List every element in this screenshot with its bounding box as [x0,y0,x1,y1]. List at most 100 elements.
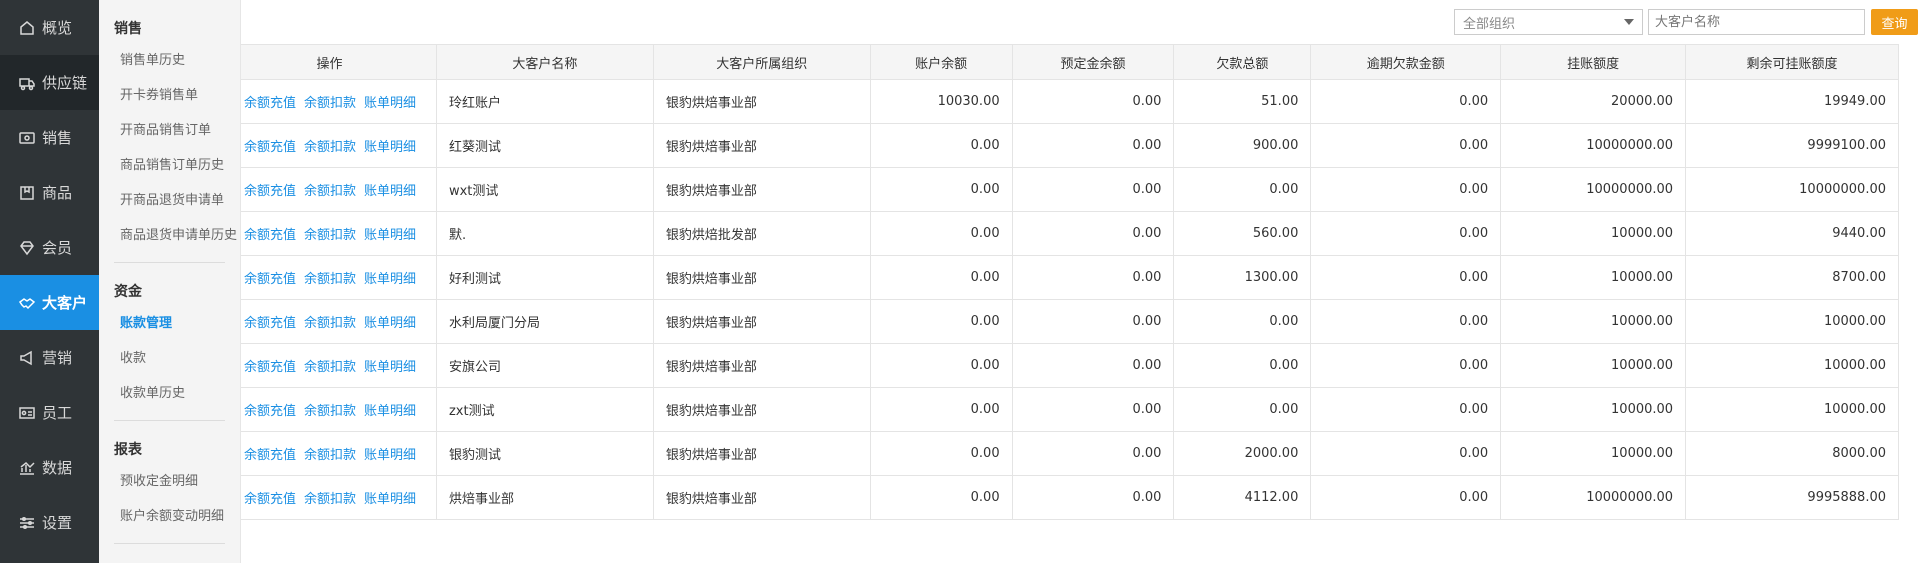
table-row: 款余额充值余额扣款账单明细好利测试银豹烘焙事业部0.000.001300.000… [241,255,1899,300]
actions-cell: 款余额充值余额扣款账单明细 [241,475,437,520]
credit-limit-cell: 10000.00 [1500,387,1687,432]
organization-select[interactable]: 全部组织 [1454,9,1643,35]
table-row: 款余额充值余额扣款账单明细烘焙事业部银豹烘焙事业部0.000.004112.00… [241,475,1899,520]
account-balance-cell: 0.00 [869,299,1013,344]
nav-item-members[interactable]: 会员 [0,220,99,275]
balance-deduct-link[interactable]: 余额扣款 [304,96,356,111]
actions-cell: 款余额充值余额扣款账单明细 [241,343,437,388]
overdue-debt-cell: 0.00 [1310,431,1502,476]
balance-recharge-link[interactable]: 余额充值 [244,492,296,507]
submenu-item-sales-history[interactable]: 销售单历史 [114,44,239,79]
submenu-item-receipt-history[interactable]: 收款单历史 [114,377,239,412]
deposit-balance-cell: 0.00 [1011,431,1175,476]
balance-deduct-link[interactable]: 余额扣款 [304,448,356,463]
balance-recharge-link[interactable]: 余额充值 [244,184,296,199]
balance-recharge-link[interactable]: 余额充值 [244,316,296,331]
bill-detail-link[interactable]: 账单明细 [364,316,416,331]
credit-limit-cell: 10000000.00 [1500,475,1687,520]
total-debt-cell: 900.00 [1173,123,1312,168]
account-balance-cell: 10030.00 [869,79,1013,124]
nav-item-key-accounts[interactable]: 大客户 [0,275,99,330]
customer-name-cell: 水利局厦门分局 [435,299,654,344]
balance-deduct-link[interactable]: 余额扣款 [304,140,356,155]
column-header: 剩余可挂账额度 [1685,44,1899,80]
balance-deduct-link[interactable]: 余额扣款 [304,404,356,419]
table-header-row: 操作 大客户名称 大客户所属组织 账户余额 预定金余额 欠款总额 逾期欠款金额 … [241,44,1899,80]
balance-recharge-link[interactable]: 余额充值 [244,228,296,243]
truck-icon [18,74,36,92]
submenu-item-card-voucher-sale[interactable]: 开卡券销售单 [114,79,239,114]
balance-deduct-link[interactable]: 余额扣款 [304,184,356,199]
remaining-credit-cell: 10000.00 [1685,387,1899,432]
balance-recharge-link[interactable]: 余额充值 [244,360,296,375]
nav-item-staff[interactable]: 员工 [0,385,99,440]
query-button[interactable]: 查询 [1871,9,1918,35]
column-header: 预定金余额 [1011,44,1175,80]
balance-recharge-link[interactable]: 余额充值 [244,448,296,463]
bill-detail-link[interactable]: 账单明细 [364,96,416,111]
overdue-debt-cell: 0.00 [1310,299,1502,344]
balance-deduct-link[interactable]: 余额扣款 [304,360,356,375]
submenu-item-product-order-history[interactable]: 商品销售订单历史 [114,149,239,184]
balance-deduct-link[interactable]: 余额扣款 [304,492,356,507]
balance-recharge-link[interactable]: 余额充值 [244,96,296,111]
balance-recharge-link[interactable]: 余额充值 [244,272,296,287]
submenu-item-deposit-detail[interactable]: 预收定金明细 [114,465,239,500]
organization-cell: 银豹烘焙事业部 [652,123,871,168]
column-header: 账户余额 [869,44,1013,80]
submenu-item-receipt[interactable]: 收款 [114,342,239,377]
nav-item-data[interactable]: 数据 [0,440,99,495]
bill-detail-link[interactable]: 账单明细 [364,228,416,243]
customer-name-cell: 玲红账户 [435,79,654,124]
customer-name-search-input[interactable] [1648,9,1865,35]
overdue-debt-cell: 0.00 [1310,343,1502,388]
submenu-item-return-request-history[interactable]: 商品退货申请单历史 [114,219,239,254]
balance-deduct-link[interactable]: 余额扣款 [304,272,356,287]
overdue-debt-cell: 0.00 [1310,79,1502,124]
table-row: 款余额充值余额扣款账单明细wxt测试银豹烘焙事业部0.000.000.000.0… [241,167,1899,212]
overdue-debt-cell: 0.00 [1310,123,1502,168]
nav-item-products[interactable]: 商品 [0,165,99,220]
organization-cell: 银豹烘焙事业部 [652,343,871,388]
nav-label: 营销 [42,349,73,367]
customer-name-cell: 好利测试 [435,255,654,300]
nav-item-supply-chain[interactable]: 供应链 [0,55,99,110]
balance-recharge-link[interactable]: 余额充值 [244,404,296,419]
deposit-balance-cell: 0.00 [1011,167,1175,212]
nav-item-marketing[interactable]: 营销 [0,330,99,385]
nav-item-sales[interactable]: 销售 [0,110,99,165]
bill-detail-link[interactable]: 账单明细 [364,184,416,199]
column-header: 大客户所属组织 [652,44,871,80]
nav-label: 商品 [42,184,73,202]
bill-detail-link[interactable]: 账单明细 [364,448,416,463]
nav-item-settings[interactable]: 设置 [0,495,99,550]
submenu-item-new-return-request[interactable]: 开商品退货申请单 [114,184,239,219]
balance-recharge-link[interactable]: 余额充值 [244,140,296,155]
customer-name-cell: 安旗公司 [435,343,654,388]
account-balance-cell: 0.00 [869,255,1013,300]
deposit-balance-cell: 0.00 [1011,299,1175,344]
organization-cell: 银豹烘焙事业部 [652,167,871,212]
balance-deduct-link[interactable]: 余额扣款 [304,228,356,243]
submenu-item-balance-change-detail[interactable]: 账户余额变动明细 [114,500,239,535]
actions-cell: 款余额充值余额扣款账单明细 [241,123,437,168]
bill-detail-link[interactable]: 账单明细 [364,272,416,287]
credit-limit-cell: 10000.00 [1500,211,1687,256]
organization-cell: 银豹烘焙事业部 [652,387,871,432]
bill-detail-link[interactable]: 账单明细 [364,360,416,375]
total-debt-cell: 1300.00 [1173,255,1312,300]
remaining-credit-cell: 9995888.00 [1685,475,1899,520]
customer-name-cell: 红葵测试 [435,123,654,168]
bill-detail-link[interactable]: 账单明细 [364,492,416,507]
total-debt-cell: 0.00 [1173,343,1312,388]
nav-item-overview[interactable]: 概览 [0,0,99,55]
total-debt-cell: 0.00 [1173,299,1312,344]
credit-limit-cell: 10000.00 [1500,343,1687,388]
submenu-item-account-management[interactable]: 账款管理 [114,307,239,342]
total-debt-cell: 560.00 [1173,211,1312,256]
submenu-item-new-product-order[interactable]: 开商品销售订单 [114,114,239,149]
balance-deduct-link[interactable]: 余额扣款 [304,316,356,331]
bill-detail-link[interactable]: 账单明细 [364,140,416,155]
nav-label: 概览 [42,19,73,37]
bill-detail-link[interactable]: 账单明细 [364,404,416,419]
